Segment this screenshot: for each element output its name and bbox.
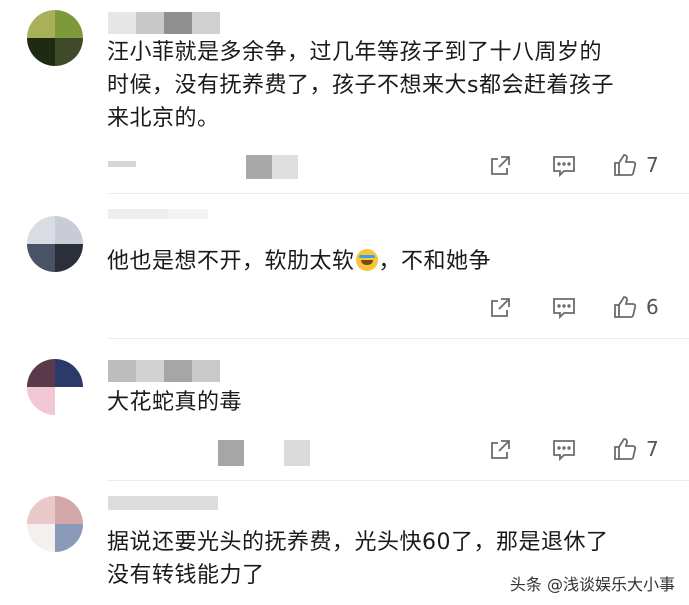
comment-icon (553, 156, 575, 178)
thumbs-up-icon (614, 296, 637, 318)
reply-button[interactable] (551, 296, 577, 320)
username-blurred[interactable] (108, 360, 220, 382)
like-button[interactable]: 7 (612, 436, 659, 462)
thumbs-up-icon (614, 438, 637, 460)
comment-icon (553, 440, 575, 462)
comment-text: 他也是想不开，软肋太软 ，不和她争 (107, 249, 492, 274)
share-button[interactable] (488, 438, 512, 462)
share-icon (491, 298, 510, 317)
crying-laughing-emoji (355, 249, 378, 271)
share-button[interactable] (488, 154, 512, 178)
like-button[interactable]: 6 (612, 294, 659, 320)
comment-text: 大花蛇真的毒 (107, 390, 243, 415)
like-count: 7 (646, 437, 659, 461)
reply-button[interactable] (551, 438, 577, 462)
comment-icon (553, 298, 575, 320)
divider (107, 338, 689, 339)
like-count: 7 (646, 153, 659, 177)
comment-meta-blurred (218, 440, 311, 466)
share-button[interactable] (488, 296, 512, 320)
divider (107, 193, 689, 194)
share-icon (491, 440, 510, 459)
avatar[interactable] (27, 359, 83, 415)
avatar[interactable] (27, 496, 83, 552)
divider (107, 480, 689, 481)
comment-text: 汪小菲就是多余争，过几年等孩子到了十八周岁的 时候，没有抚养费了，孩子不想来大s… (107, 40, 614, 131)
thumbs-up-icon (614, 154, 637, 176)
username-blurred[interactable] (108, 12, 220, 34)
avatar[interactable] (27, 216, 83, 272)
username-blurred[interactable] (108, 209, 208, 231)
reply-button[interactable] (551, 154, 577, 178)
username-blurred[interactable] (108, 496, 218, 518)
like-button[interactable]: 7 (612, 152, 659, 178)
share-icon (491, 156, 510, 175)
like-count: 6 (646, 295, 659, 319)
watermark: 头条 @浅谈娱乐大小事 (509, 575, 675, 594)
avatar[interactable] (27, 10, 83, 66)
comment-meta-blurred (108, 155, 299, 179)
